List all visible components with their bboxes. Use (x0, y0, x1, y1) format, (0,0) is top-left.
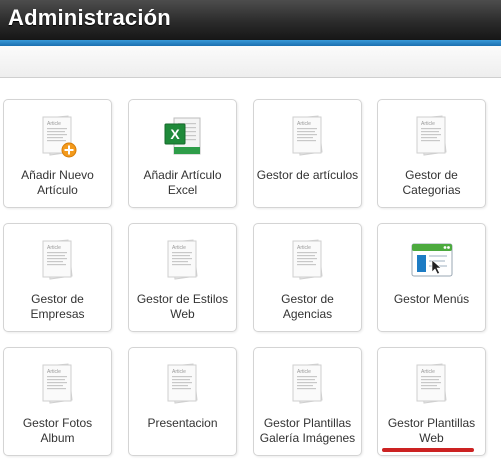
article-icon: Article (159, 236, 207, 284)
tile-label: Gestor de Empresas (30, 292, 85, 321)
article-add-icon: Article (34, 112, 82, 160)
article-icon: Article (284, 360, 332, 408)
svg-text:X: X (170, 126, 180, 142)
tile-label: Gestor Fotos Album (22, 416, 93, 445)
tile-label: Gestor de Estilos Web (136, 292, 229, 321)
tile-web-template-manager[interactable]: Article Gestor Plantillas Web (377, 347, 486, 456)
article-icon-text: Article (297, 121, 311, 127)
tile-label: Añadir Nuevo Artículo (21, 168, 94, 197)
tile-company-manager[interactable]: Article Gestor de Empresas (3, 223, 112, 332)
article-icon-text: Article (421, 369, 435, 375)
article-icon-text: Article (172, 369, 186, 375)
tile-label: Gestor Menús (393, 292, 470, 306)
tile-web-style-manager[interactable]: Article Gestor de Estilos Web (128, 223, 237, 332)
page-title: Administración (8, 5, 171, 30)
toolbar (0, 46, 501, 78)
tile-add-article[interactable]: Article Añadir Nuevo Artículo (3, 99, 112, 208)
tile-presentation[interactable]: Article Presentacion (128, 347, 237, 456)
article-icon-text: Article (297, 369, 311, 375)
tile-add-article-excel[interactable]: X Añadir Artículo Excel (128, 99, 237, 208)
article-icon: Article (34, 236, 82, 284)
tile-label: Gestor Plantillas Galería Imágenes (259, 416, 356, 445)
tile-label: Añadir Artículo Excel (143, 168, 222, 197)
tile-category-manager[interactable]: Article Gestor de Categorias (377, 99, 486, 208)
tile-menu-manager[interactable]: Gestor Menús (377, 223, 486, 332)
article-icon: Article (284, 236, 332, 284)
admin-tile-grid: Article Añadir Nuevo Artículo X Añadir A… (0, 78, 501, 468)
article-icon: Article (284, 112, 332, 160)
article-icon: Article (408, 112, 456, 160)
article-icon: Article (408, 360, 456, 408)
tile-label: Gestor de artículos (256, 168, 359, 182)
excel-icon: X (159, 112, 207, 160)
article-icon: Article (34, 360, 82, 408)
menu-window-icon (408, 236, 456, 284)
tile-label: Presentacion (147, 416, 218, 430)
tile-label: Gestor Plantillas Web (387, 416, 476, 445)
tile-gallery-template-manager[interactable]: Article Gestor Plantillas Galería Imágen… (253, 347, 362, 456)
article-icon-text: Article (47, 121, 61, 127)
tile-article-manager[interactable]: Article Gestor de artículos (253, 99, 362, 208)
tile-label: Gestor de Agencias (281, 292, 334, 321)
admin-header: Administración (0, 0, 501, 40)
tile-photo-album-manager[interactable]: Article Gestor Fotos Album (3, 347, 112, 456)
article-icon-text: Article (172, 245, 186, 251)
article-icon-text: Article (297, 245, 311, 251)
article-icon-text: Article (47, 369, 61, 375)
tile-agency-manager[interactable]: Article Gestor de Agencias (253, 223, 362, 332)
tile-label: Gestor de Categorias (402, 168, 461, 197)
highlight-underline (382, 448, 474, 452)
article-icon-text: Article (421, 121, 435, 127)
article-icon: Article (159, 360, 207, 408)
article-icon-text: Article (47, 245, 61, 251)
